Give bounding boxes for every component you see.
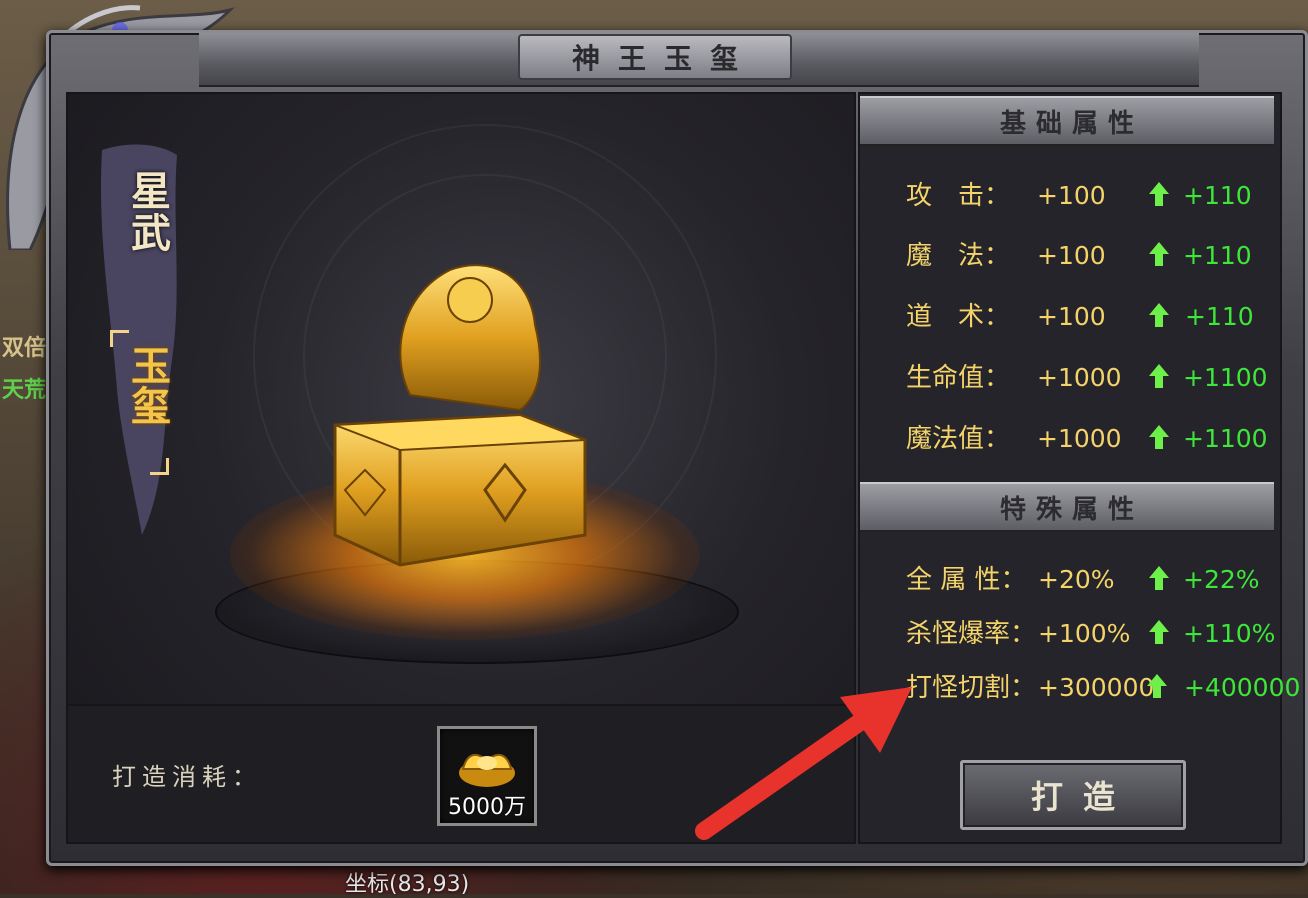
attr-name: 杀怪爆率：: [906, 619, 1037, 649]
attr-new-value: +110: [1185, 302, 1254, 331]
item-name: 玉玺: [124, 345, 171, 425]
attr-name: 魔 法：: [906, 241, 1011, 271]
attr-base-value: +1000: [1037, 363, 1122, 392]
attr-new-value: +400000: [1184, 673, 1301, 702]
attr-base-value: +20%: [1038, 565, 1115, 594]
item-series-name: 星武: [124, 170, 171, 254]
attr-new-value: +110: [1183, 241, 1252, 270]
attr-new-value: +22%: [1183, 565, 1260, 594]
basic-attrs-title: 基础属性: [999, 108, 1144, 139]
coordinates-readout: 坐标(83,93): [345, 872, 470, 897]
attr-new-value: +1100: [1183, 363, 1268, 392]
attr-base-value: +100%: [1038, 619, 1131, 648]
attr-name: 道 术：: [906, 302, 1011, 332]
attr-new-value: +110: [1183, 181, 1252, 210]
jade-seal-icon: [333, 264, 587, 567]
upgrade-arrow-icon: [1149, 182, 1169, 206]
gold-ingot-icon: [459, 753, 515, 787]
special-attrs-title: 特殊属性: [999, 494, 1144, 525]
special-attrs-header: 特殊属性: [860, 482, 1274, 532]
attr-base-value: +1000: [1037, 424, 1122, 453]
title-plate: 神王玉玺: [518, 34, 792, 80]
cost-item-slot[interactable]: 5000万: [437, 726, 537, 826]
upgrade-arrow-icon: [1149, 425, 1169, 449]
attr-base-value: +300000: [1038, 673, 1155, 702]
forge-button[interactable]: 打造: [960, 760, 1186, 830]
upgrade-arrow-icon: [1149, 303, 1169, 327]
window-title: 神王玉玺: [571, 42, 756, 75]
upgrade-arrow-icon: [1149, 566, 1169, 590]
cost-amount: 5000万: [448, 795, 526, 820]
bracket-bottom: [150, 458, 169, 475]
attr-new-value: +110%: [1183, 619, 1276, 648]
attr-base-value: +100: [1037, 302, 1106, 331]
upgrade-arrow-icon: [1149, 620, 1169, 644]
attr-name: 魔法值：: [906, 424, 1011, 454]
cost-label: 打造消耗：: [112, 763, 262, 791]
background-text-fragment: 天荒: [2, 378, 47, 403]
attr-name: 攻 击：: [906, 181, 1011, 211]
forge-button-label: 打造: [1030, 778, 1135, 816]
attr-base-value: +100: [1037, 241, 1106, 270]
upgrade-arrow-icon: [1149, 364, 1169, 388]
attr-name: 全 属 性：: [906, 565, 1027, 595]
background-text-fragment: 双倍: [2, 336, 47, 361]
red-pointer-arrow-icon: [695, 687, 912, 840]
upgrade-arrow-icon: [1147, 674, 1167, 698]
basic-attrs-header: 基础属性: [860, 96, 1274, 146]
attr-new-value: +1100: [1183, 424, 1268, 453]
upgrade-arrow-icon: [1149, 242, 1169, 266]
attr-name: 生命值：: [906, 363, 1011, 393]
attr-base-value: +100: [1037, 181, 1106, 210]
